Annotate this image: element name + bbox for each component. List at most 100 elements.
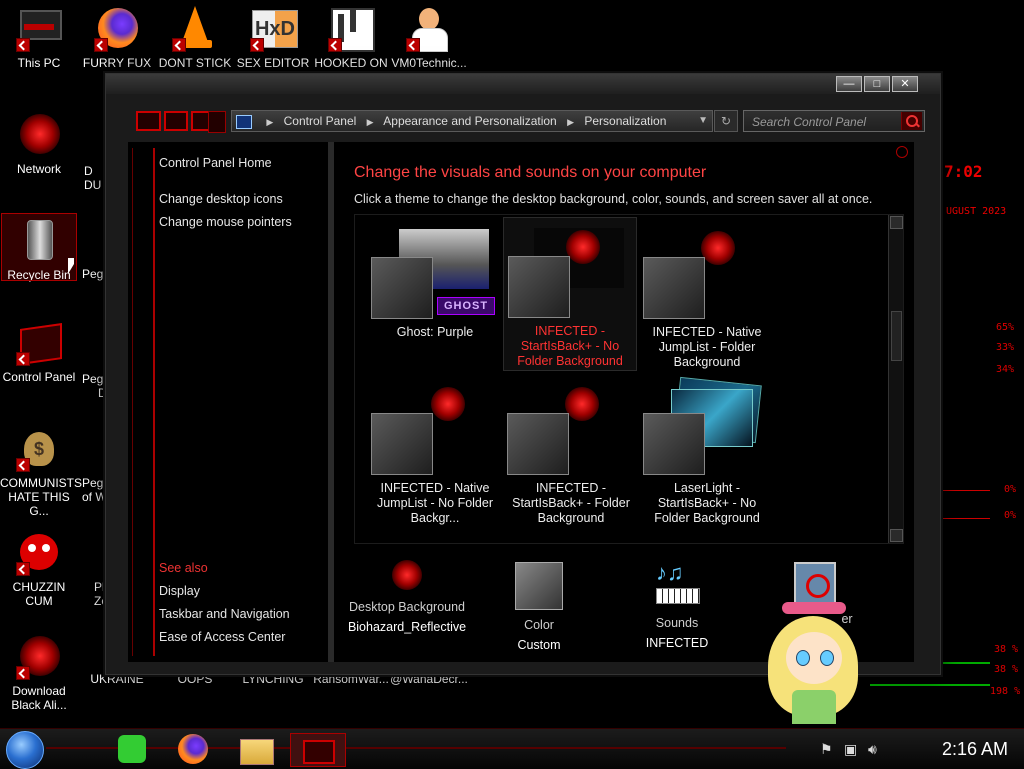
- theme-laserlight[interactable]: LaserLight - StartIsBack+ - No Folder Ba…: [641, 375, 773, 527]
- partial-label: D: [84, 164, 93, 178]
- ghost-logo: GHOST: [437, 297, 495, 315]
- chevron-down-icon[interactable]: ▼: [698, 111, 708, 131]
- desktop-icon-label: HOOKED ON: [314, 56, 388, 70]
- theme-label: INFECTED - StartIsBack+ - Folder Backgro…: [512, 481, 630, 525]
- personalization-window: — □ ✕ ▶ Control Panel ▶ Appearance and P…: [105, 73, 941, 675]
- taskbar-clock[interactable]: 2:16 AM: [942, 739, 1008, 760]
- network-tray-icon[interactable]: ▣: [844, 741, 857, 758]
- taskbar-app-control-panel-active[interactable]: [290, 733, 346, 767]
- action-center-flag-icon[interactable]: ⚑: [820, 741, 833, 758]
- help-icon[interactable]: [896, 146, 908, 158]
- theme-list-scrollbar[interactable]: [888, 215, 903, 543]
- partial-icon-labels: D DU: [84, 164, 101, 192]
- theme-label: INFECTED - Native JumpList - No Folder B…: [376, 481, 493, 525]
- breadcrumb-appearance[interactable]: Appearance and Personalization: [383, 114, 556, 128]
- desktop-icon-vm0technic[interactable]: VM0Technic...: [390, 6, 468, 70]
- breadcrumb-control-panel[interactable]: Control Panel: [284, 114, 357, 128]
- theme-color-swatch: [508, 256, 570, 318]
- desktop-icon-hooked-on[interactable]: HOOKED ON: [312, 6, 390, 70]
- back-button[interactable]: [136, 111, 161, 131]
- color-setting[interactable]: Color Custom: [474, 562, 604, 652]
- link-display[interactable]: Display: [159, 584, 200, 598]
- theme-color-swatch: [507, 413, 569, 475]
- link-control-panel-home[interactable]: Control Panel Home: [159, 156, 272, 170]
- desktop-icon-control-panel[interactable]: Control Panel: [0, 320, 78, 384]
- scroll-down-arrow[interactable]: [890, 529, 903, 542]
- partial-label: of W: [82, 490, 107, 504]
- search-input[interactable]: [750, 112, 894, 132]
- scroll-up-arrow[interactable]: [890, 216, 903, 229]
- chevron-right-icon[interactable]: ▶: [266, 117, 273, 127]
- theme-infected-jumplist-no-folder[interactable]: INFECTED - Native JumpList - No Folder B…: [369, 375, 501, 527]
- maximize-button[interactable]: □: [864, 76, 890, 92]
- start-button[interactable]: [6, 731, 44, 769]
- biohazard-icon: [16, 634, 62, 680]
- hud-percent: 33%: [996, 342, 1015, 353]
- title-bar[interactable]: — □ ✕: [106, 74, 940, 94]
- desktop-icon-label: SEX EDITOR: [236, 56, 310, 70]
- link-taskbar-and-navigation[interactable]: Taskbar and Navigation: [159, 607, 290, 621]
- search-box[interactable]: [743, 110, 925, 132]
- desktop-icon-label: Control Panel: [2, 370, 76, 384]
- close-button[interactable]: ✕: [892, 76, 918, 92]
- view-toggle-button[interactable]: [208, 111, 226, 133]
- theme-label: Ghost: Purple: [396, 325, 474, 339]
- desktop-icon-this-pc[interactable]: This PC: [0, 6, 78, 70]
- scrollbar-thumb[interactable]: [891, 311, 902, 361]
- hud-bar: [870, 684, 990, 686]
- sounds-setting[interactable]: ♪♫ Sounds INFECTED: [612, 562, 742, 651]
- taskbar-app-firefox[interactable]: [174, 733, 216, 765]
- breadcrumb[interactable]: ▶ Control Panel ▶ Appearance and Persona…: [231, 110, 713, 132]
- desktop-icon-dont-stick[interactable]: DONT STICK: [156, 6, 234, 70]
- link-ease-of-access-center[interactable]: Ease of Access Center: [159, 630, 285, 644]
- firefox-icon: [94, 6, 140, 52]
- theme-color-swatch: [643, 413, 705, 475]
- computer-icon: [16, 6, 62, 52]
- taskbar-app-notes[interactable]: [112, 733, 154, 765]
- search-icon[interactable]: [901, 112, 922, 130]
- hud-graph-line: [940, 490, 990, 491]
- taskbar: ⚑ ▣ 🔊︎ 2:16 AM: [0, 728, 1024, 769]
- window-controls: — □ ✕: [836, 76, 918, 92]
- theme-color-swatch: [643, 257, 705, 319]
- desktop-icon-sex-editor[interactable]: HxD SEX EDITOR: [234, 6, 312, 70]
- desktop-icon-communists[interactable]: $ COMMUNISTS HATE THIS G...: [0, 426, 82, 518]
- control-panel-icon: [16, 320, 62, 366]
- chevron-right-icon[interactable]: ▶: [567, 117, 574, 127]
- desktop-icon-label: VM0Technic...: [391, 56, 467, 70]
- chevron-right-icon[interactable]: ▶: [367, 117, 374, 127]
- desktop-background-setting[interactable]: Desktop Background Biohazard_Reflective: [342, 560, 472, 634]
- firefox-icon: [178, 734, 208, 764]
- setting-value: Biohazard_Reflective: [347, 620, 467, 634]
- taskbar-app-file-explorer[interactable]: [236, 733, 278, 765]
- desktop-icon-download-black[interactable]: Download Black Ali...: [0, 634, 78, 712]
- desktop-icon-recycle-bin[interactable]: Recycle Bin: [1, 213, 77, 282]
- volume-icon[interactable]: 🔊︎: [868, 741, 877, 758]
- theme-infected-sib-folder[interactable]: INFECTED - StartIsBack+ - Folder Backgro…: [505, 375, 637, 527]
- setting-value: INFECTED: [645, 636, 709, 650]
- link-change-desktop-icons[interactable]: Change desktop icons: [159, 192, 283, 206]
- mouse-cursor: [68, 258, 74, 274]
- desktop-icon-chuzzin[interactable]: CHUZZIN CUM: [0, 530, 78, 608]
- hud-percent: 65%: [996, 322, 1015, 333]
- desktop-icon-furry-fux[interactable]: FURRY FUX: [78, 6, 156, 70]
- theme-label: INFECTED - Native JumpList - Folder Back…: [652, 325, 762, 369]
- desktop-icon-label: DONT STICK: [158, 56, 232, 70]
- theme-infected-sib-no-folder[interactable]: INFECTED - StartIsBack+ - No Folder Back…: [503, 217, 637, 371]
- page-subtitle: Click a theme to change the desktop back…: [354, 192, 873, 206]
- partial-label: DU: [84, 178, 102, 192]
- theme-ghost-purple[interactable]: GHOST Ghost: Purple: [369, 219, 501, 371]
- hud-percent: 0%: [1004, 484, 1017, 495]
- desktop-icon-label: CHUZZIN CUM: [12, 580, 66, 608]
- forward-button[interactable]: [163, 111, 189, 131]
- minimize-button[interactable]: —: [836, 76, 862, 92]
- red-fuzzball-icon: [16, 530, 62, 576]
- refresh-button[interactable]: ↻: [714, 110, 738, 132]
- desktop-icon-network[interactable]: Network: [0, 112, 78, 176]
- theme-infected-jumplist-folder[interactable]: INFECTED - Native JumpList - Folder Back…: [641, 219, 773, 371]
- breadcrumb-personalization[interactable]: Personalization: [584, 114, 666, 128]
- link-change-mouse-pointers[interactable]: Change mouse pointers: [159, 215, 292, 229]
- taskbar-red-line: [46, 747, 786, 749]
- vlc-cone-icon: [172, 6, 218, 52]
- desktop-icon-label: This PC: [17, 56, 61, 70]
